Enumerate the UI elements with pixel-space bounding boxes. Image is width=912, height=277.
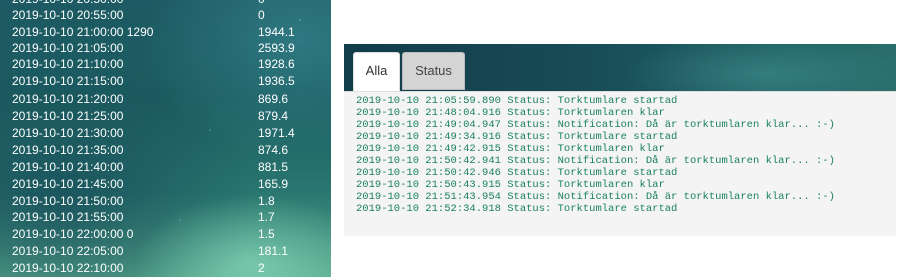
row-value: 1944.1: [258, 25, 295, 39]
table-row: 2019-10-10 21:25:00 879.4: [12, 108, 327, 125]
row-value: 1928.6: [258, 57, 295, 71]
log-line: 2019-10-10 21:50:43.915 Status: Torktuml…: [356, 179, 665, 191]
table-row: 2019-10-10 21:35:00 874.6: [12, 142, 327, 159]
row-value: 181.1: [258, 244, 289, 258]
row-timestamp: 2019-10-10 21:40:00: [12, 160, 124, 174]
log-line: 2019-10-10 21:50:42.946 Status: Torktuml…: [356, 167, 678, 179]
row-timestamp: 2019-10-10 20:55:00: [12, 8, 124, 22]
table-row: 2019-10-10 21:50:00 1.8: [12, 193, 327, 210]
table-row: 2019-10-10 21:05:00 2593.9: [12, 40, 327, 57]
row-timestamp: 2019-10-10 21:25:00: [12, 109, 124, 123]
log-line: 2019-10-10 21:49:42.915 Status: Torktuml…: [356, 143, 665, 155]
row-value: 0: [258, 8, 265, 22]
log-line: 2019-10-10 21:52:34.918 Status: Torktuml…: [356, 203, 678, 215]
row-value: 2: [258, 261, 265, 275]
tab-alla[interactable]: Alla: [353, 52, 400, 92]
table-row: 2019-10-10 21:55:00 1.7: [12, 209, 327, 226]
table-row: 2019-10-10 21:20:00 869.6: [12, 91, 327, 108]
row-value: 1.5: [258, 227, 275, 241]
table-row: 2019-10-10 22:00:00 0 1.5: [12, 226, 327, 243]
table-row: 2019-10-10 21:15:00 1936.5: [12, 73, 327, 90]
row-timestamp: 2019-10-10 21:15:00: [12, 74, 124, 88]
row-timestamp: 2019-10-10 21:05:00: [12, 41, 124, 55]
row-value: 1971.4: [258, 126, 295, 140]
row-value: 869.6: [258, 92, 289, 106]
row-timestamp: 2019-10-10 21:00:00 1290: [12, 25, 154, 39]
table-row: 2019-10-10 22:10:00 2: [12, 260, 327, 277]
row-timestamp: 2019-10-10 22:00:00 0: [12, 227, 134, 241]
tab-bar: Alla Status: [344, 44, 896, 92]
row-timestamp: 2019-10-10 22:10:00: [12, 261, 124, 275]
row-timestamp: 2019-10-10 21:30:00: [12, 126, 124, 140]
energy-readings-panel: 2019-10-10 20:50:00 0 2019-10-10 20:55:0…: [0, 0, 331, 277]
table-row: 2019-10-10 21:45:00 165.9: [12, 176, 327, 193]
row-timestamp: 2019-10-10 21:55:00: [12, 210, 124, 224]
log-output: 2019-10-10 21:05:59.890 Status: Torktuml…: [344, 91, 896, 236]
table-row: 2019-10-10 21:40:00 881.5: [12, 159, 327, 176]
row-value: 1936.5: [258, 74, 295, 88]
row-timestamp: 2019-10-10 21:35:00: [12, 143, 124, 157]
log-panel: Alla Status 2019-10-10 21:05:59.890 Stat…: [344, 44, 896, 236]
row-value: 1.8: [258, 194, 275, 208]
row-value: 879.4: [258, 109, 289, 123]
row-timestamp: 2019-10-10 21:50:00: [12, 194, 124, 208]
row-timestamp: 2019-10-10 21:20:00: [12, 92, 124, 106]
table-row: 2019-10-10 21:10:00 1928.6: [12, 56, 327, 73]
tab-status[interactable]: Status: [402, 52, 465, 90]
row-value: 874.6: [258, 143, 289, 157]
table-row: 2019-10-10 21:00:00 1290 1944.1: [12, 24, 327, 41]
log-line: 2019-10-10 21:51:43.954 Status: Notifica…: [356, 191, 835, 203]
log-line: 2019-10-10 21:48:04.916 Status: Torktuml…: [356, 107, 665, 119]
table-row: 2019-10-10 21:30:00 1971.4: [12, 125, 327, 142]
row-value: 1.7: [258, 210, 275, 224]
row-value: 881.5: [258, 160, 289, 174]
table-row: 2019-10-10 20:55:00 0: [12, 7, 327, 24]
row-timestamp: 2019-10-10 21:45:00: [12, 177, 124, 191]
row-value: 2593.9: [258, 41, 295, 55]
log-line: 2019-10-10 21:49:34.916 Status: Torktuml…: [356, 131, 678, 143]
log-line: 2019-10-10 21:50:42.941 Status: Notifica…: [356, 155, 835, 167]
row-value: 165.9: [258, 177, 289, 191]
log-line: 2019-10-10 21:05:59.890 Status: Torktuml…: [356, 95, 678, 107]
row-timestamp: 2019-10-10 21:10:00: [12, 57, 124, 71]
log-line: 2019-10-10 21:49:04.947 Status: Notifica…: [356, 119, 835, 131]
row-timestamp: 2019-10-10 22:05:00: [12, 244, 124, 258]
table-row: 2019-10-10 22:05:00 181.1: [12, 243, 327, 260]
